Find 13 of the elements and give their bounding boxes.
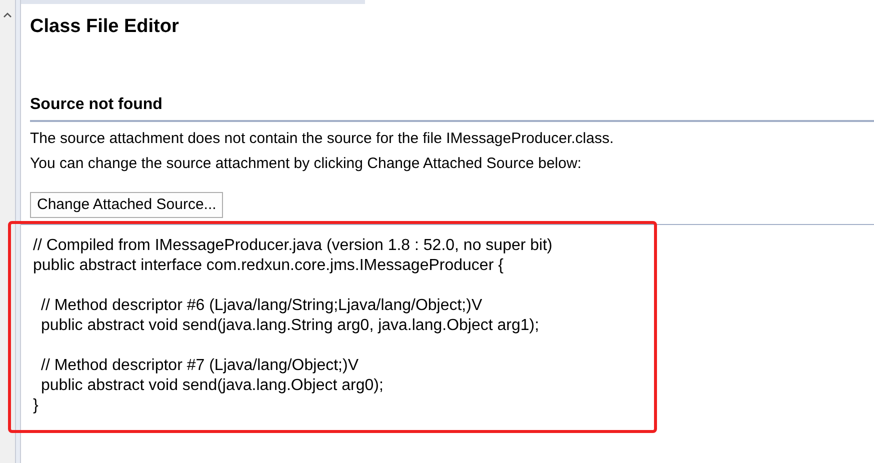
code-line: public abstract void send(java.lang.Object arg0); [40,376,384,396]
message-text: You can change the source attachment by clicking Change Attached Source below: [30,154,582,174]
editor-title: Class File Editor [30,15,180,39]
message-text: The source attachment does not contain the source for the file IMessageProducer.class. [30,129,615,149]
code-line: // Method descriptor #7 (Ljava/lang/Object;)V [40,356,358,376]
code-line: } [33,396,38,416]
section-heading: Source not found [30,95,164,115]
code-line: public abstract interface com.redxun.core.jms.IMessageProducer { [33,256,504,276]
collapse-icon[interactable] [3,12,12,18]
change-attached-source-button[interactable]: Change Attached Source... [30,192,224,218]
code-line: public abstract void send(java.lang.String arg0, java.lang.Object arg1); [40,316,540,336]
code-line: // Compiled from IMessageProducer.java (version 1.8 : 52.0, no super bit) [33,236,552,256]
code-line: // Method descriptor #6 (Ljava/lang/String;Ljava/lang/Object;)V [40,296,482,316]
